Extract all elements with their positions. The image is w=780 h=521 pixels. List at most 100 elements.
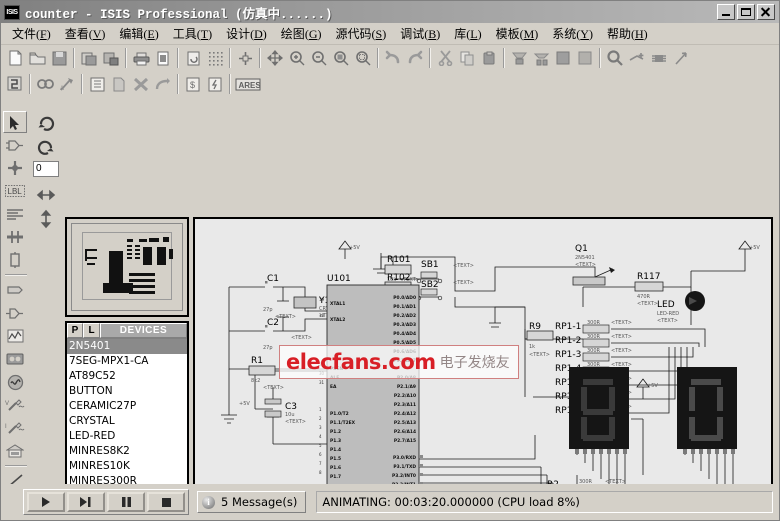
design-explorer-icon[interactable] [86,73,108,95]
7seg-display-right[interactable] [677,367,737,454]
redo-icon[interactable] [404,47,426,69]
menu-file[interactable]: 文件(F) [5,23,58,44]
zoom-selection-icon[interactable] [352,47,374,69]
print-area-icon[interactable] [152,47,174,69]
rotation-angle-input[interactable]: 0 [33,161,59,177]
menu-tools[interactable]: 工具(T) [166,23,219,44]
component-mode-icon[interactable] [3,134,27,156]
menu-system[interactable]: 系统(Y) [545,23,600,44]
mirror-vertical-icon[interactable] [33,207,59,231]
copy-icon[interactable] [456,47,478,69]
make-device-icon[interactable] [626,47,648,69]
undo-icon[interactable] [382,47,404,69]
block-move-icon[interactable] [530,47,552,69]
paste-icon[interactable] [478,47,500,69]
virtual-instrument-icon[interactable] [3,440,27,462]
menu-view[interactable]: 查看(V) [58,23,113,44]
svg-text:29: 29 [319,362,325,367]
decompose-icon[interactable] [670,47,692,69]
search-tag-icon[interactable] [34,73,56,95]
device-pin-icon[interactable] [3,302,27,324]
devices-col-l[interactable]: L [83,323,100,338]
cut-icon[interactable] [434,47,456,69]
menu-help[interactable]: 帮助(H) [600,23,655,44]
block-rotate-icon[interactable] [552,47,574,69]
selection-mode-icon[interactable] [3,111,27,133]
overview-panel[interactable] [65,217,189,317]
stop-button[interactable] [147,492,185,512]
menu-graph[interactable]: 绘图(G) [274,23,329,44]
pick-device-icon[interactable] [604,47,626,69]
menu-debug[interactable]: 调试(B) [393,23,447,44]
wire-label-icon[interactable]: LBL [3,180,27,202]
list-item[interactable]: MINRES8K2 [67,444,187,459]
rotate-clockwise-icon[interactable] [33,111,59,135]
tape-recorder-icon[interactable] [3,348,27,370]
list-item[interactable]: MINRES10K [67,459,187,474]
list-item[interactable]: CERAMIC27P [67,399,187,414]
electrical-rules-icon[interactable] [204,73,226,95]
play-button[interactable] [27,492,65,512]
open-folder-icon[interactable] [26,47,48,69]
menu-edit[interactable]: 编辑(E) [112,23,165,44]
list-item[interactable]: AT89C52 [67,369,187,384]
save-icon[interactable] [48,47,70,69]
mirror-horizontal-icon[interactable] [33,183,59,207]
text-script-icon[interactable] [3,203,27,225]
netlist-ares-icon[interactable]: ARES [234,73,262,95]
graph-icon[interactable] [3,325,27,347]
toolbar-separator [259,48,261,68]
remove-sheet-icon[interactable] [130,73,152,95]
pan-icon[interactable] [264,47,286,69]
close-button[interactable] [757,4,775,20]
menu-library[interactable]: 库(L) [447,23,488,44]
7seg-display-left[interactable] [569,367,629,454]
packaging-tool-icon[interactable] [648,47,670,69]
block-copy-icon[interactable] [508,47,530,69]
terminals-icon[interactable] [3,279,27,301]
new-sheet-icon[interactable] [108,73,130,95]
list-item[interactable]: CRYSTAL [67,414,187,429]
minimize-button[interactable] [717,4,735,20]
svg-text:P0.3/AD3: P0.3/AD3 [393,322,416,328]
menu-design[interactable]: 设计(D) [219,23,274,44]
menu-tools-key: T [200,27,209,41]
toolbar-separator [377,48,379,68]
schematic-canvas[interactable]: C1 27p <TEXT> C2 27p <TEXT> Y101 CRYSTAL [193,217,773,520]
print-icon[interactable] [130,47,152,69]
overview-viewport[interactable] [82,232,173,300]
junction-dot-icon[interactable] [3,157,27,179]
list-item[interactable]: LED-RED [67,429,187,444]
subcircuit-icon[interactable] [3,249,27,271]
menu-source[interactable]: 源代码(S) [328,23,393,44]
import-section-icon[interactable] [78,47,100,69]
step-button[interactable] [67,492,105,512]
refresh-icon[interactable] [182,47,204,69]
wire-autoroute-icon[interactable] [4,73,26,95]
zoom-out-icon[interactable] [308,47,330,69]
current-probe-icon[interactable]: I [3,417,27,439]
bill-of-materials-icon[interactable]: $ [182,73,204,95]
bus-icon[interactable] [3,226,27,248]
pause-button[interactable] [107,492,145,512]
generator-icon[interactable] [3,371,27,393]
rotate-counterclockwise-icon[interactable] [33,135,59,159]
message-count-panel[interactable]: i 5 Message(s) [197,491,307,513]
list-item[interactable]: 2N5401 [67,339,187,354]
block-delete-icon[interactable] [574,47,596,69]
grid-toggle-icon[interactable] [204,47,226,69]
zoom-in-icon[interactable] [286,47,308,69]
list-item[interactable]: 7SEG-MPX1-CA [67,354,187,369]
menu-template[interactable]: 模板(M) [489,23,546,44]
new-file-icon[interactable] [4,47,26,69]
exit-sheet-icon[interactable] [152,73,174,95]
voltage-probe-icon[interactable]: V [3,394,27,416]
svg-text:V: V [5,401,9,407]
zoom-area-icon[interactable] [330,47,352,69]
property-assign-icon[interactable]: A [56,73,78,95]
list-item[interactable]: BUTTON [67,384,187,399]
maximize-button[interactable] [737,4,755,20]
export-section-icon[interactable] [100,47,122,69]
devices-col-p[interactable]: P [67,323,83,338]
origin-icon[interactable] [234,47,256,69]
